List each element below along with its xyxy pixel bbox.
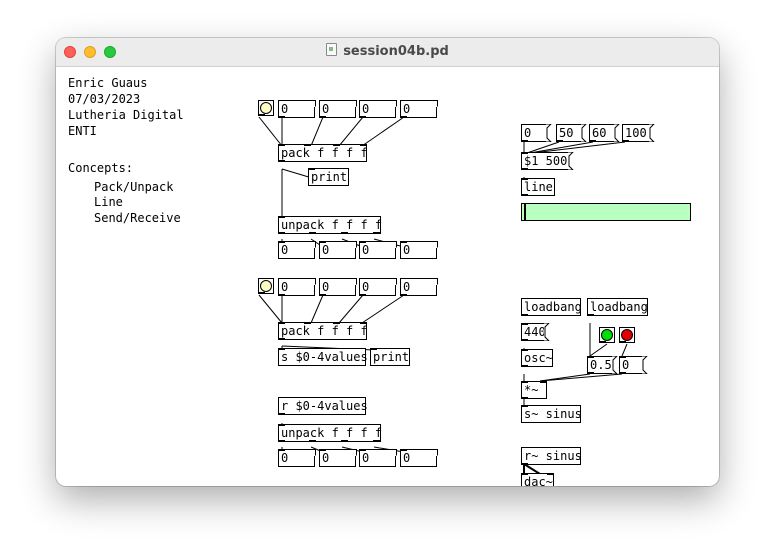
bang-button-pack[interactable] bbox=[258, 100, 274, 116]
number-box-send-in-3[interactable]: 0 bbox=[359, 278, 397, 296]
bang-button-green[interactable] bbox=[599, 327, 615, 343]
number-box-pack-in-3[interactable]: 0 bbox=[359, 100, 397, 118]
pd-patch-window: session04b.pd Enric Guaus 07/03/2023 Lut… bbox=[56, 38, 719, 486]
message-box-0[interactable]: 0 bbox=[521, 124, 552, 142]
dac-object[interactable]: dac~ bbox=[521, 473, 554, 486]
loadbang-object-1[interactable]: loadbang bbox=[521, 298, 582, 316]
bang-button-send[interactable] bbox=[258, 278, 274, 294]
comment-concepts-title: Concepts: bbox=[68, 161, 134, 175]
comment-concept-2: Line bbox=[94, 195, 123, 209]
message-box-50[interactable]: 50 bbox=[556, 124, 587, 142]
number-box-pack-in-2[interactable]: 0 bbox=[319, 100, 357, 118]
comment-date: 07/03/2023 bbox=[68, 92, 141, 106]
loadbang-object-2[interactable]: loadbang bbox=[587, 298, 648, 316]
number-box-send-in-1[interactable]: 0 bbox=[278, 278, 316, 296]
receive-object[interactable]: r $0-4values bbox=[278, 397, 368, 415]
slider-knob[interactable] bbox=[524, 204, 526, 220]
message-box-440[interactable]: 440 bbox=[521, 323, 550, 341]
comment-org: Lutheria Digital bbox=[68, 108, 184, 122]
unpack-object-receive[interactable]: unpack f f f f bbox=[278, 424, 382, 442]
horizontal-slider[interactable] bbox=[521, 203, 691, 221]
patch-canvas[interactable]: Enric Guaus 07/03/2023 Lutheria Digital … bbox=[56, 67, 719, 486]
message-box-ramp[interactable]: $1 500 bbox=[521, 152, 574, 170]
unpack-object[interactable]: unpack f f f f bbox=[278, 216, 382, 234]
message-box-100[interactable]: 100 bbox=[622, 124, 655, 142]
message-box-gain[interactable]: 0.5 bbox=[587, 356, 618, 374]
receive-signal-object[interactable]: r~ sinus bbox=[521, 447, 582, 465]
number-box-pack-in-1[interactable]: 0 bbox=[278, 100, 316, 118]
comment-school: ENTI bbox=[68, 124, 97, 138]
number-box-send-in-4[interactable]: 0 bbox=[400, 278, 438, 296]
number-box-recv-out-1[interactable]: 0 bbox=[278, 449, 316, 467]
number-box-recv-out-4[interactable]: 0 bbox=[400, 449, 438, 467]
number-box-recv-out-3[interactable]: 0 bbox=[359, 449, 397, 467]
number-box-pack-out-1[interactable]: 0 bbox=[278, 241, 316, 259]
comment-author: Enric Guaus bbox=[68, 76, 148, 90]
comment-concept-3: Send/Receive bbox=[94, 211, 181, 225]
print-object[interactable]: print bbox=[308, 168, 349, 186]
send-signal-object[interactable]: s~ sinus bbox=[521, 405, 582, 423]
title-bar: session04b.pd bbox=[56, 38, 719, 67]
number-box-recv-out-2[interactable]: 0 bbox=[319, 449, 357, 467]
window-title-text: session04b.pd bbox=[343, 44, 449, 59]
pack-object-send[interactable]: pack f f f f bbox=[278, 322, 368, 340]
number-box-send-in-2[interactable]: 0 bbox=[319, 278, 357, 296]
comment-concept-1: Pack/Unpack bbox=[94, 180, 174, 194]
osc-object[interactable]: osc~ bbox=[521, 349, 553, 367]
bang-button-red[interactable] bbox=[619, 327, 635, 343]
message-box-zero[interactable]: 0 bbox=[619, 356, 648, 374]
multiply-signal-object[interactable]: *~ bbox=[521, 381, 547, 399]
message-box-60[interactable]: 60 bbox=[589, 124, 620, 142]
document-icon bbox=[326, 43, 338, 56]
pack-object[interactable]: pack f f f f bbox=[278, 144, 368, 162]
number-box-pack-out-4[interactable]: 0 bbox=[400, 241, 438, 259]
line-object[interactable]: line bbox=[521, 178, 555, 196]
number-box-pack-in-4[interactable]: 0 bbox=[400, 100, 438, 118]
send-object[interactable]: s $0-4values bbox=[278, 348, 368, 366]
window-title: session04b.pd bbox=[56, 38, 719, 66]
number-box-pack-out-3[interactable]: 0 bbox=[359, 241, 397, 259]
number-box-pack-out-2[interactable]: 0 bbox=[319, 241, 357, 259]
print-object-send[interactable]: print bbox=[370, 348, 410, 366]
